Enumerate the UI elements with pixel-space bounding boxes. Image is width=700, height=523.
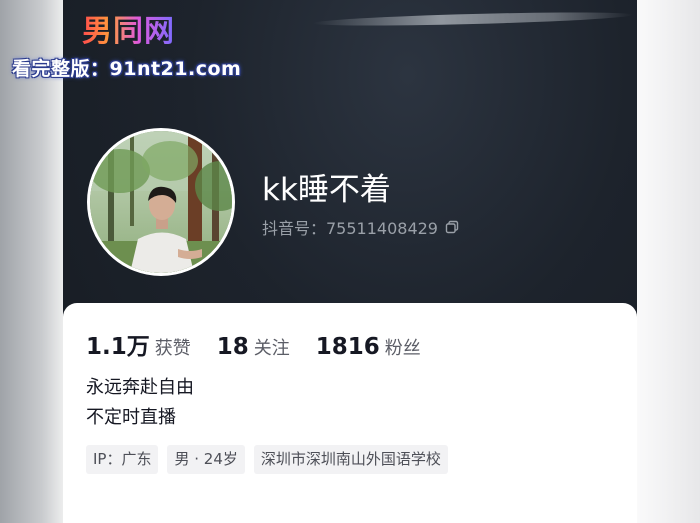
copy-icon[interactable]	[445, 220, 459, 234]
stat-likes[interactable]: 1.1万 获赞	[86, 327, 191, 361]
background-light-streak	[312, 9, 634, 29]
stat-following-label: 关注	[253, 338, 290, 359]
tag-school[interactable]: 深圳市深圳南山外国语学校	[253, 445, 448, 474]
bio-line: 不定时直播	[86, 407, 176, 428]
watermark-logo: 男同网	[82, 6, 175, 50]
douyin-id-text: 抖音号：75511408429	[262, 219, 438, 238]
stat-followers[interactable]: 1816 粉丝	[316, 334, 421, 360]
watermark-url: 看完整版：91nt21.com	[12, 58, 242, 80]
avatar-photo	[90, 131, 232, 273]
nickname: kk睡不着	[262, 172, 391, 208]
avatar[interactable]	[87, 128, 235, 276]
douyin-id: 抖音号：75511408429	[262, 216, 459, 238]
tag-ip-location: IP：广东	[86, 445, 159, 474]
bio-line: 永远奔赴自由	[86, 377, 194, 398]
profile-info-card: 1.1万 获赞 18 关注 1816 粉丝 永远奔赴自由 不定时直播 IP：广东…	[63, 303, 637, 523]
stat-followers-value: 1816	[315, 334, 380, 360]
stat-following-value: 18	[216, 334, 249, 360]
stat-following[interactable]: 18 关注	[217, 334, 290, 360]
stat-likes-value: 1.1万	[86, 334, 150, 360]
tag-list: IP：广东 男 · 24岁 深圳市深圳南山外国语学校	[86, 445, 457, 474]
stat-likes-label: 获赞	[154, 338, 191, 359]
stat-followers-label: 粉丝	[384, 338, 421, 359]
tag-gender-age: 男 · 24岁	[167, 445, 245, 474]
bio: 永远奔赴自由 不定时直播	[86, 373, 194, 433]
stats-row: 1.1万 获赞 18 关注 1816 粉丝	[86, 327, 447, 361]
